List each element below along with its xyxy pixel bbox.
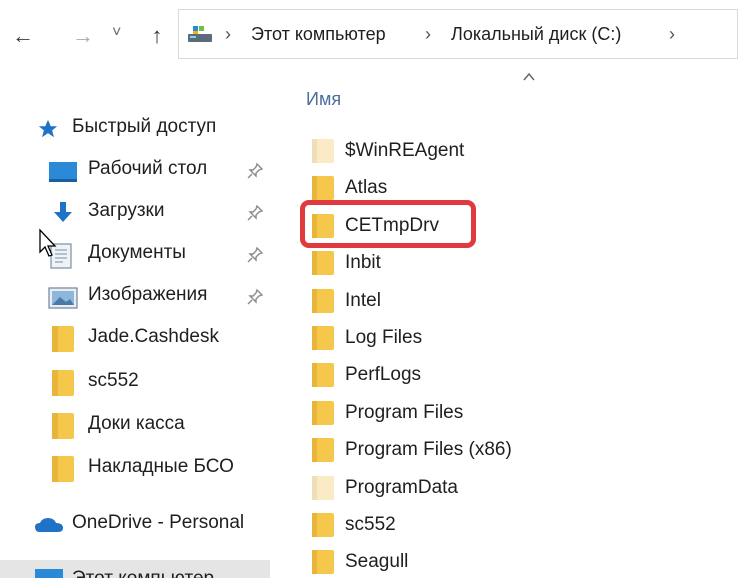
pin-icon[interactable] (246, 288, 264, 306)
file-row[interactable]: $WinREAgent (311, 136, 711, 170)
file-name: sc552 (345, 514, 396, 535)
sidebar-item-nakladnye-bso[interactable]: Накладные БСО (50, 452, 280, 486)
sidebar-item-quick-access[interactable]: Быстрый доступ (36, 112, 276, 146)
folder-icon (312, 476, 334, 500)
sidebar-item-doki-kassa[interactable]: Доки касса (50, 409, 280, 443)
mouse-cursor-icon (39, 228, 57, 257)
file-name: Log Files (345, 327, 423, 348)
file-row[interactable]: Program Files (311, 398, 711, 432)
recent-locations-button[interactable]: ˅ (112, 24, 121, 42)
desktop-icon (49, 162, 77, 182)
sidebar-item-label: Загрузки (88, 200, 165, 221)
pin-icon[interactable] (246, 162, 264, 180)
download-icon (54, 202, 72, 222)
folder-icon (52, 456, 74, 482)
sidebar-item-pictures[interactable]: Изображения (48, 280, 278, 314)
file-row[interactable]: ProgramData (311, 473, 711, 507)
sidebar-item-label: Документы (88, 242, 186, 263)
sidebar-item-sc552[interactable]: sc552 (50, 366, 280, 400)
folder-icon (312, 251, 334, 275)
sidebar-item-jade-cashdesk[interactable]: Jade.Cashdesk (50, 322, 280, 356)
folder-icon (312, 550, 334, 574)
column-header-name[interactable]: Имя (306, 89, 341, 110)
file-row[interactable]: Seagull (311, 547, 711, 581)
file-name: Atlas (345, 177, 388, 198)
pin-icon[interactable] (246, 204, 264, 222)
file-name: Seagull (345, 551, 409, 572)
file-row[interactable]: Intel (311, 286, 711, 320)
up-button[interactable]: ↑ (144, 22, 170, 50)
sidebar-item-label: Этот компьютер (72, 568, 214, 578)
folder-icon (312, 139, 334, 163)
computer-icon (35, 569, 63, 578)
sidebar-item-label: OneDrive - Personal (72, 512, 245, 533)
file-name: PerfLogs (345, 364, 422, 385)
folder-icon (312, 326, 334, 350)
breadcrumb-this-pc[interactable]: Этот компьютер (251, 24, 386, 45)
file-name: $WinREAgent (345, 140, 465, 161)
sidebar-item-onedrive[interactable]: OneDrive - Personal (34, 508, 274, 542)
file-row[interactable]: sc552 (311, 510, 711, 544)
breadcrumb-separator: › (669, 24, 675, 44)
file-row[interactable]: Program Files (x86) (311, 435, 711, 469)
sidebar-item-documents[interactable]: Документы (38, 228, 278, 272)
sort-ascending-icon (523, 72, 535, 81)
sidebar-item-label: sc552 (88, 370, 139, 391)
address-bar[interactable]: › Этот компьютер › Локальный диск (C:) › (178, 9, 738, 59)
pictures-icon (48, 287, 78, 309)
file-row[interactable]: Inbit (311, 248, 711, 282)
folder-icon (312, 401, 334, 425)
sidebar-item-this-pc[interactable]: Этот компьютер (34, 560, 274, 578)
file-name: Program Files (345, 402, 464, 423)
pin-icon[interactable] (246, 246, 264, 264)
sidebar-item-label: Изображения (88, 284, 208, 305)
folder-icon (312, 289, 334, 313)
folder-icon (312, 363, 334, 387)
sidebar-item-label: Рабочий стол (88, 158, 208, 179)
folder-icon (52, 326, 74, 352)
folder-icon (52, 370, 74, 396)
file-name: Inbit (345, 252, 381, 273)
folder-icon (312, 513, 334, 537)
drive-icon (188, 26, 212, 42)
sidebar-item-desktop[interactable]: Рабочий стол (48, 154, 278, 188)
sidebar-item-label: Быстрый доступ (72, 116, 217, 137)
star-icon (38, 119, 58, 138)
breadcrumb-local-disk[interactable]: Локальный диск (C:) (451, 24, 621, 45)
sidebar-item-downloads[interactable]: Загрузки (48, 196, 278, 230)
back-button[interactable]: ← (10, 22, 36, 50)
sidebar-item-label: Jade.Cashdesk (88, 326, 219, 347)
sidebar-item-label: Доки касса (88, 413, 185, 434)
file-name: ProgramData (345, 477, 458, 498)
cloud-icon (35, 518, 63, 532)
highlight-box (300, 200, 476, 248)
file-name: Program Files (x86) (345, 439, 512, 460)
file-row[interactable]: Log Files (311, 323, 711, 357)
sidebar-item-label: Накладные БСО (88, 456, 234, 477)
breadcrumb-separator: › (425, 24, 431, 44)
file-row[interactable]: PerfLogs (311, 360, 711, 394)
folder-icon (312, 438, 334, 462)
forward-button[interactable]: → (70, 22, 96, 50)
folder-icon (52, 413, 74, 439)
folder-icon (312, 176, 334, 200)
file-name: Intel (345, 290, 381, 311)
breadcrumb-separator: › (225, 24, 231, 44)
